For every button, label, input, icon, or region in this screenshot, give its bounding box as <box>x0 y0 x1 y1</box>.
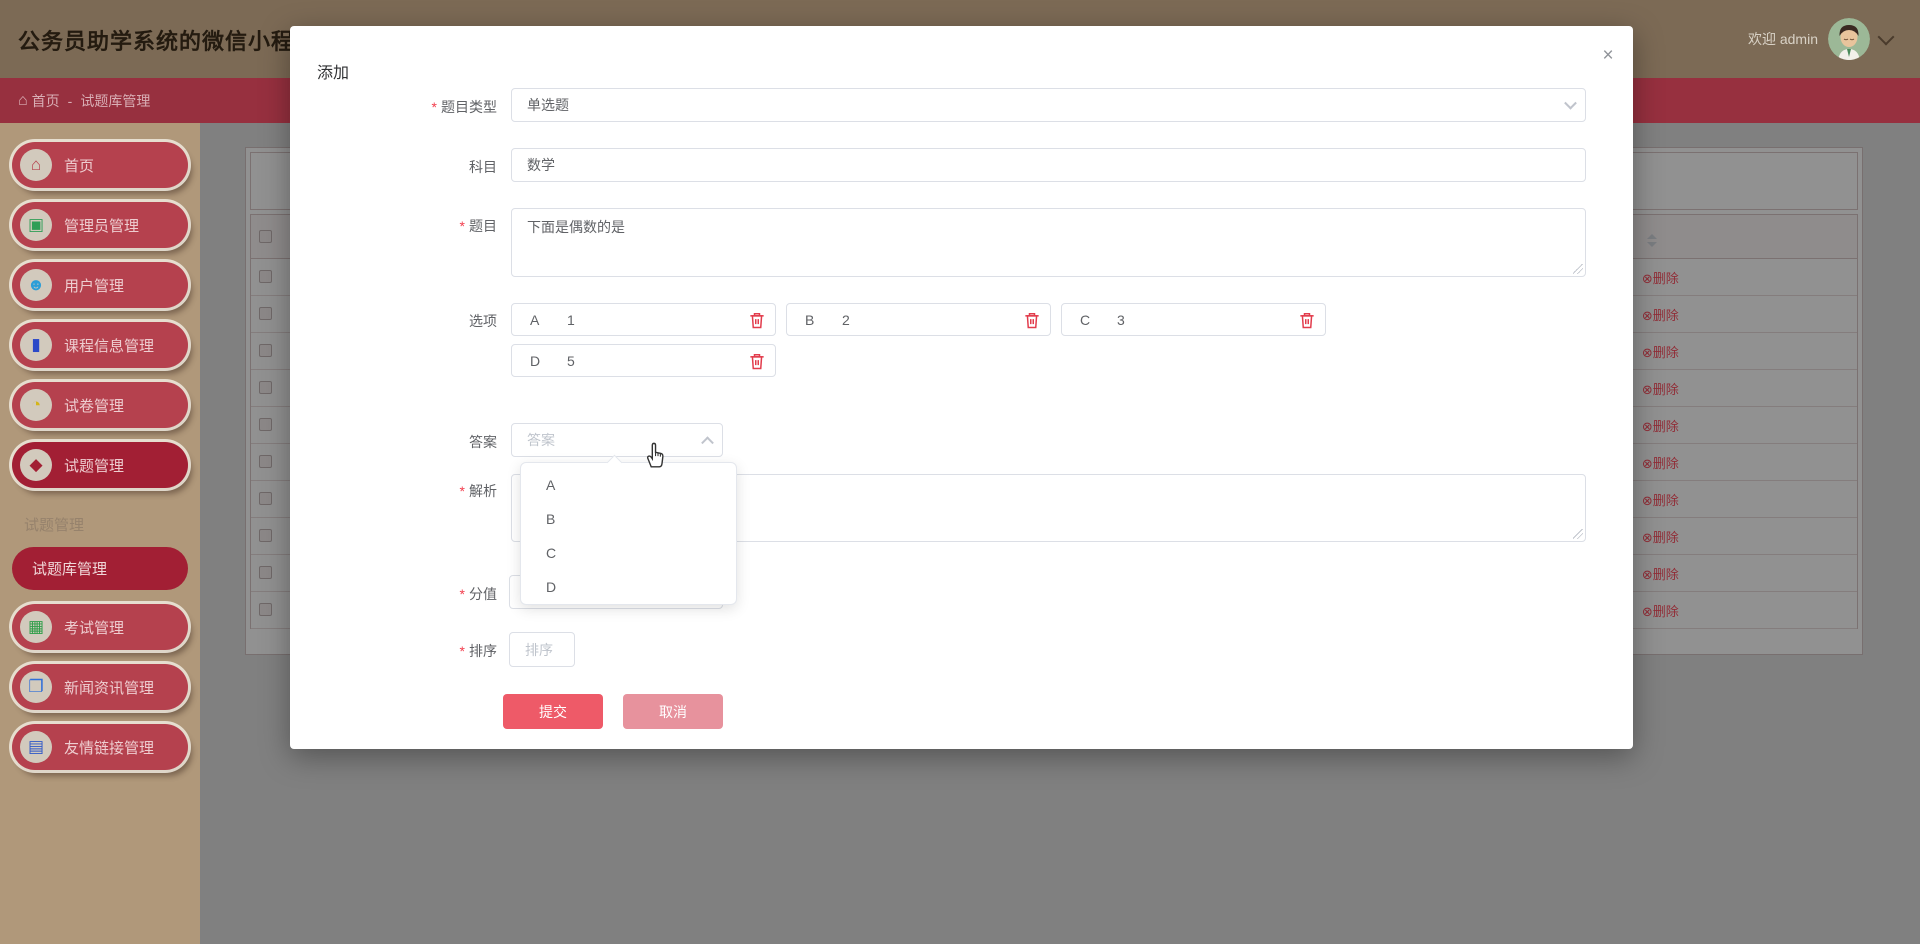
subject-input[interactable]: 数学 <box>511 148 1586 182</box>
app-title: 公务员助学系统的微信小程序 <box>18 29 318 54</box>
resize-handle[interactable] <box>1573 264 1583 274</box>
sidebar-item-label: 课程信息管理 <box>64 337 155 355</box>
score-label: 分值 <box>290 584 497 604</box>
trash-icon[interactable] <box>1297 310 1317 330</box>
option-key: A <box>530 311 540 328</box>
answer-option-B[interactable]: B <box>521 502 736 536</box>
trash-icon[interactable] <box>747 310 767 330</box>
sort-input[interactable]: 排序 <box>509 632 575 667</box>
chevron-down-icon[interactable] <box>1877 28 1895 46</box>
resize-handle[interactable] <box>1573 529 1583 539</box>
option-box-B[interactable]: B2 <box>786 303 1051 336</box>
answer-option-C[interactable]: C <box>521 536 736 570</box>
option-box-A[interactable]: A1 <box>511 303 776 336</box>
links-mgmt-icon: ▤ <box>20 731 52 763</box>
option-key: C <box>1080 311 1091 328</box>
question-mgmt-icon: ◆ <box>20 449 52 481</box>
answer-dropdown: ABCD <box>520 462 737 605</box>
modal-title: 添加 <box>317 65 350 82</box>
trash-icon[interactable] <box>1022 310 1042 330</box>
add-question-modal: 添加 × 题目类型 单选题 科目 数学 题目 下面是偶数的是 选项 A1B2C3… <box>290 26 1633 749</box>
news-mgmt-icon: ❐ <box>20 671 52 703</box>
user-mgmt-icon: ☻ <box>20 269 52 301</box>
answer-option-D[interactable]: D <box>521 570 736 604</box>
question-textarea[interactable]: 下面是偶数的是 <box>511 208 1586 277</box>
sidebar-item-paper-mgmt[interactable]: ◔ 试卷管理 <box>12 382 188 428</box>
sidebar-section-label: 试题管理 <box>24 517 85 534</box>
admin-mgmt-icon: ▣ <box>20 209 52 241</box>
sidebar-item-label: 试卷管理 <box>64 397 125 415</box>
sort-placeholder: 排序 <box>525 641 553 658</box>
sidebar-item-admin-mgmt[interactable]: ▣ 管理员管理 <box>12 202 188 248</box>
home-icon: ⌂ <box>18 91 28 109</box>
sidebar-item-course-info-mgmt[interactable]: ▮ 课程信息管理 <box>12 322 188 368</box>
sidebar-item-label: 考试管理 <box>64 619 125 637</box>
option-key: B <box>805 311 815 328</box>
breadcrumb-separator: - <box>67 92 73 109</box>
option-box-D[interactable]: D5 <box>511 344 776 377</box>
question-type-value: 单选题 <box>527 97 569 113</box>
sidebar-item-exam-mgmt[interactable]: ▦ 考试管理 <box>12 604 188 650</box>
course-info-mgmt-icon: ▮ <box>20 329 52 361</box>
options-label: 选项 <box>469 313 497 329</box>
home-icon: ⌂ <box>20 149 52 181</box>
answer-select[interactable]: 答案 <box>511 423 723 457</box>
sort-label: 排序 <box>290 641 497 661</box>
sidebar-item-news-mgmt[interactable]: ❐ 新闻资讯管理 <box>12 664 188 710</box>
question-type-select[interactable]: 单选题 <box>511 88 1586 122</box>
sidebar-item-label: 试题库管理 <box>32 561 108 578</box>
sidebar-item-home[interactable]: ⌂ 首页 <box>12 142 188 188</box>
submit-button[interactable]: 提交 <box>503 694 603 729</box>
close-icon[interactable]: × <box>1594 42 1622 70</box>
subject-value: 数学 <box>527 157 555 173</box>
exam-mgmt-icon: ▦ <box>20 611 52 643</box>
chevron-up-icon <box>701 436 714 450</box>
option-box-C[interactable]: C3 <box>1061 303 1326 336</box>
sidebar-item-user-mgmt[interactable]: ☻ 用户管理 <box>12 262 188 308</box>
sidebar-item-question-mgmt[interactable]: ◆ 试题管理 <box>12 442 188 488</box>
option-key: D <box>530 352 541 369</box>
question-label: 题目 <box>290 216 497 236</box>
answer-placeholder: 答案 <box>527 432 555 448</box>
breadcrumb-home[interactable]: 首页 <box>32 91 60 111</box>
sidebar-item-label: 首页 <box>64 157 95 175</box>
question-value: 下面是偶数的是 <box>527 219 625 235</box>
welcome-text: 欢迎 admin <box>1747 31 1818 47</box>
sidebar-item-label: 友情链接管理 <box>64 739 155 757</box>
avatar[interactable] <box>1828 18 1870 60</box>
hand-cursor-icon <box>642 441 668 474</box>
sidebar-item-label: 试题管理 <box>64 457 125 475</box>
subject-label: 科目 <box>469 159 497 175</box>
breadcrumb-current: 试题库管理 <box>80 92 151 109</box>
option-value-input[interactable]: 3 <box>1117 312 1125 328</box>
sidebar-item-question-bank-mgmt[interactable]: 试题库管理 <box>12 547 188 590</box>
option-value-input[interactable]: 2 <box>842 312 850 328</box>
paper-mgmt-icon: ◔ <box>20 389 52 421</box>
sidebar-item-label: 新闻资讯管理 <box>64 679 155 697</box>
analysis-label: 解析 <box>290 481 497 501</box>
chevron-down-icon <box>1564 96 1577 110</box>
question-type-label: 题目类型 <box>290 97 497 117</box>
option-value-input[interactable]: 1 <box>567 312 575 328</box>
sidebar-item-links-mgmt[interactable]: ▤ 友情链接管理 <box>12 724 188 770</box>
answer-label: 答案 <box>469 434 497 450</box>
option-value-input[interactable]: 5 <box>567 353 575 369</box>
sidebar: ⌂ 首页 ▣ 管理员管理 ☻ 用户管理 ▮ 课程信息管理 ◔ 试卷管理 ◆ 试题管理 试题管理 试题库管理… <box>0 123 200 944</box>
sidebar-item-label: 管理员管理 <box>64 217 140 235</box>
answer-option-A[interactable]: A <box>521 468 736 502</box>
trash-icon[interactable] <box>747 351 767 371</box>
sidebar-item-label: 用户管理 <box>64 277 125 295</box>
cancel-button[interactable]: 取消 <box>623 694 723 729</box>
